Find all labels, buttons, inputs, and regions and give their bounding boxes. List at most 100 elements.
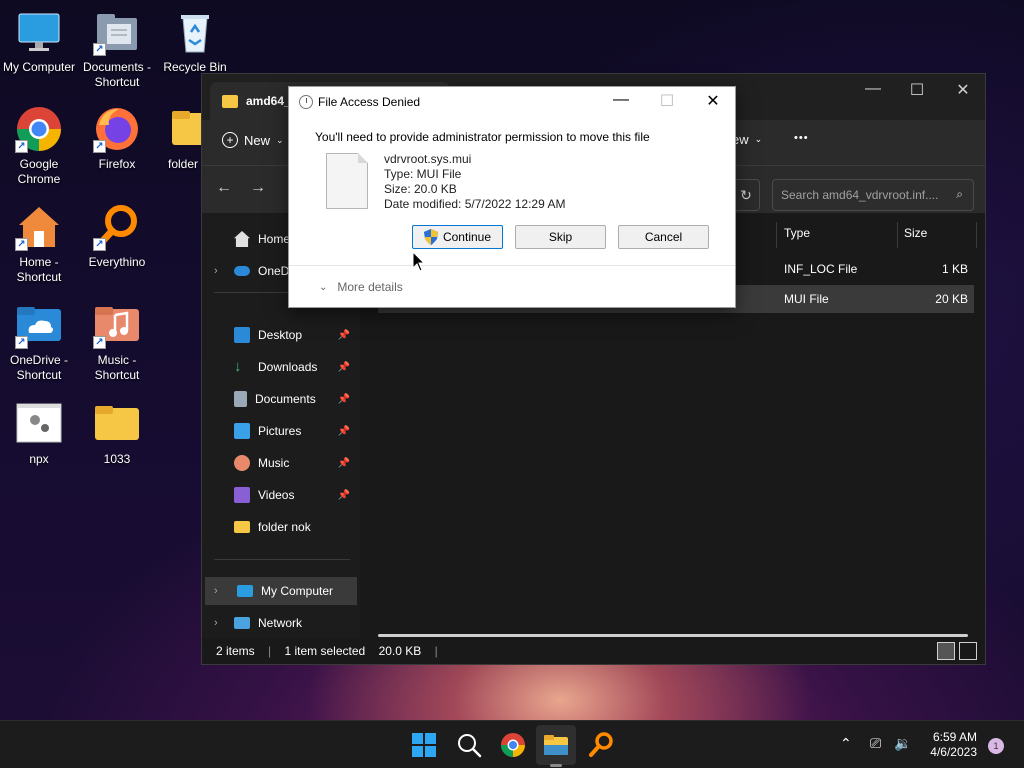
everything-search-icon[interactable] [587, 731, 615, 759]
refresh-icon[interactable]: ↻ [732, 179, 760, 211]
status-bar: 2 items | 1 item selected 20.0 KB | [202, 638, 985, 664]
chevron-down-icon: ⌄ [754, 134, 763, 144]
sidebar-item-pictures[interactable]: Pictures 📌 [202, 417, 358, 445]
pin-icon[interactable]: 📌 [338, 490, 350, 501]
desktop-icon-music-shortcut[interactable]: ↗ Music - Shortcut [78, 301, 156, 383]
desktop-icon-folder[interactable]: folder [156, 105, 202, 172]
download-arrow-icon: ↓ [234, 358, 242, 375]
desktop-icon-everything[interactable]: ↗ Everythino [78, 203, 156, 270]
home-icon [234, 231, 250, 247]
sidebar-item-my-computer[interactable]: › My Computer [205, 577, 357, 605]
file-type: INF_LOC File [784, 262, 858, 276]
back-arrow-icon[interactable]: ← [216, 179, 232, 197]
sidebar-item-network[interactable]: › Network [202, 609, 358, 637]
monitor-icon [237, 585, 253, 597]
sidebar-item-label: Downloads [258, 360, 318, 374]
new-button[interactable]: + New ⌄ [222, 132, 284, 148]
search-input[interactable]: Search amd64_vdrvroot.inf.... ⌕ [772, 179, 974, 211]
desktop-icon-google-chrome[interactable]: ↗ Google Chrome [0, 105, 78, 187]
view-button[interactable]: ew ⌄ [732, 132, 762, 147]
chevron-right-icon: › [214, 585, 218, 597]
clock-time: 6:59 AM [932, 730, 977, 744]
sidebar-item-label: Pictures [258, 424, 302, 438]
folder-icon [222, 94, 238, 108]
network-icon[interactable]: ⎚ [870, 735, 881, 752]
file-size: 20 KB [935, 292, 968, 306]
chrome-icon: ↗ [15, 105, 63, 153]
search-icon[interactable] [455, 731, 483, 759]
music-icon [234, 455, 250, 471]
more-options-button[interactable]: ••• [794, 132, 809, 144]
sidebar-item-downloads[interactable]: ↓ Downloads 📌 [202, 353, 358, 381]
volume-icon[interactable]: 🔉 [894, 735, 911, 752]
pin-icon[interactable]: 📌 [338, 458, 350, 469]
desktop-icon-documents-shortcut[interactable]: ↗ Documents - Shortcut [78, 8, 156, 90]
new-label: New [244, 132, 271, 148]
selection-size: 20.0 KB [378, 644, 422, 658]
document-icon [234, 391, 247, 407]
divider [289, 265, 735, 266]
sidebar-item-documents[interactable]: Documents 📌 [202, 385, 358, 413]
horizontal-scrollbar[interactable] [378, 634, 968, 637]
pin-icon[interactable]: 📌 [338, 426, 350, 437]
monitor-icon [15, 8, 63, 56]
shortcut-arrow-icon: ↗ [93, 336, 106, 349]
cancel-button[interactable]: Cancel [618, 225, 709, 249]
dialog-title: File Access Denied [318, 95, 421, 109]
sidebar-item-desktop[interactable]: Desktop 📌 [202, 321, 358, 349]
desktop-icon-home-shortcut[interactable]: ↗ Home - Shortcut [0, 203, 78, 285]
continue-button[interactable]: Continue [412, 225, 503, 249]
details-view-icon[interactable] [937, 642, 955, 660]
desktop-icon-label: npx [29, 452, 49, 466]
file-icon [326, 153, 368, 209]
chrome-icon[interactable] [499, 731, 527, 759]
close-icon[interactable]: ✕ [691, 91, 735, 111]
maximize-icon[interactable]: ☐ [894, 80, 940, 100]
more-details-toggle[interactable]: ⌄ More details [319, 280, 403, 294]
column-divider [976, 222, 977, 248]
sidebar-item-label: folder nok [258, 520, 311, 534]
minimize-icon[interactable]: — [850, 80, 896, 98]
sidebar-item-label: My Computer [261, 584, 334, 598]
mouse-cursor-icon [412, 250, 426, 276]
picture-icon [234, 423, 250, 439]
column-divider [776, 222, 777, 248]
home-icon: ↗ [15, 203, 63, 251]
pin-icon[interactable]: 📌 [338, 330, 350, 341]
pin-icon[interactable]: 📌 [338, 362, 350, 373]
tiles-view-icon[interactable] [959, 642, 977, 660]
file-size: 1 KB [941, 262, 968, 276]
continue-label: Continue [442, 230, 492, 244]
sidebar-item-folder-nok[interactable]: folder nok [202, 513, 358, 541]
minimize-icon[interactable]: — [599, 91, 643, 109]
column-header-type[interactable]: Type [784, 226, 810, 240]
chevron-right-icon: › [214, 265, 218, 277]
sidebar-item-videos[interactable]: Videos 📌 [202, 481, 358, 509]
skip-button[interactable]: Skip [515, 225, 606, 249]
tab-title: amd64_ [246, 94, 291, 108]
desktop-icon-firefox[interactable]: ↗ Firefox [78, 105, 156, 172]
sidebar-item-label: Videos [258, 488, 295, 502]
desktop-icon-my-computer[interactable]: My Computer [0, 8, 78, 75]
desktop-icon-npx[interactable]: npx [0, 400, 78, 467]
video-icon [234, 487, 250, 503]
sidebar-item-music[interactable]: Music 📌 [202, 449, 358, 477]
system-clock[interactable]: 6:59 AM 4/6/2023 [930, 730, 977, 760]
close-icon[interactable]: ✕ [940, 80, 986, 100]
shortcut-arrow-icon: ↗ [93, 43, 106, 56]
chevron-up-icon[interactable]: ⌃ [840, 735, 852, 752]
pin-icon[interactable]: 📌 [338, 394, 350, 405]
desktop-icon-label: Google Chrome [17, 157, 61, 186]
desktop-icon-1033[interactable]: 1033 [78, 400, 156, 467]
file-explorer-icon[interactable] [542, 731, 570, 759]
column-header-size[interactable]: Size [904, 226, 927, 240]
notification-badge[interactable]: 1 [988, 738, 1004, 754]
desktop-icon-onedrive-shortcut[interactable]: ↗ OneDrive - Shortcut [0, 301, 78, 383]
search-placeholder: Search amd64_vdrvroot.inf.... [781, 188, 939, 202]
running-indicator [550, 764, 562, 767]
music-folder-icon: ↗ [93, 301, 141, 349]
desktop-icon-recycle-bin[interactable]: Recycle Bin [156, 8, 234, 75]
forward-arrow-icon[interactable]: → [250, 179, 266, 197]
start-windows-icon[interactable] [410, 731, 438, 759]
recycle-bin-icon [171, 8, 219, 56]
